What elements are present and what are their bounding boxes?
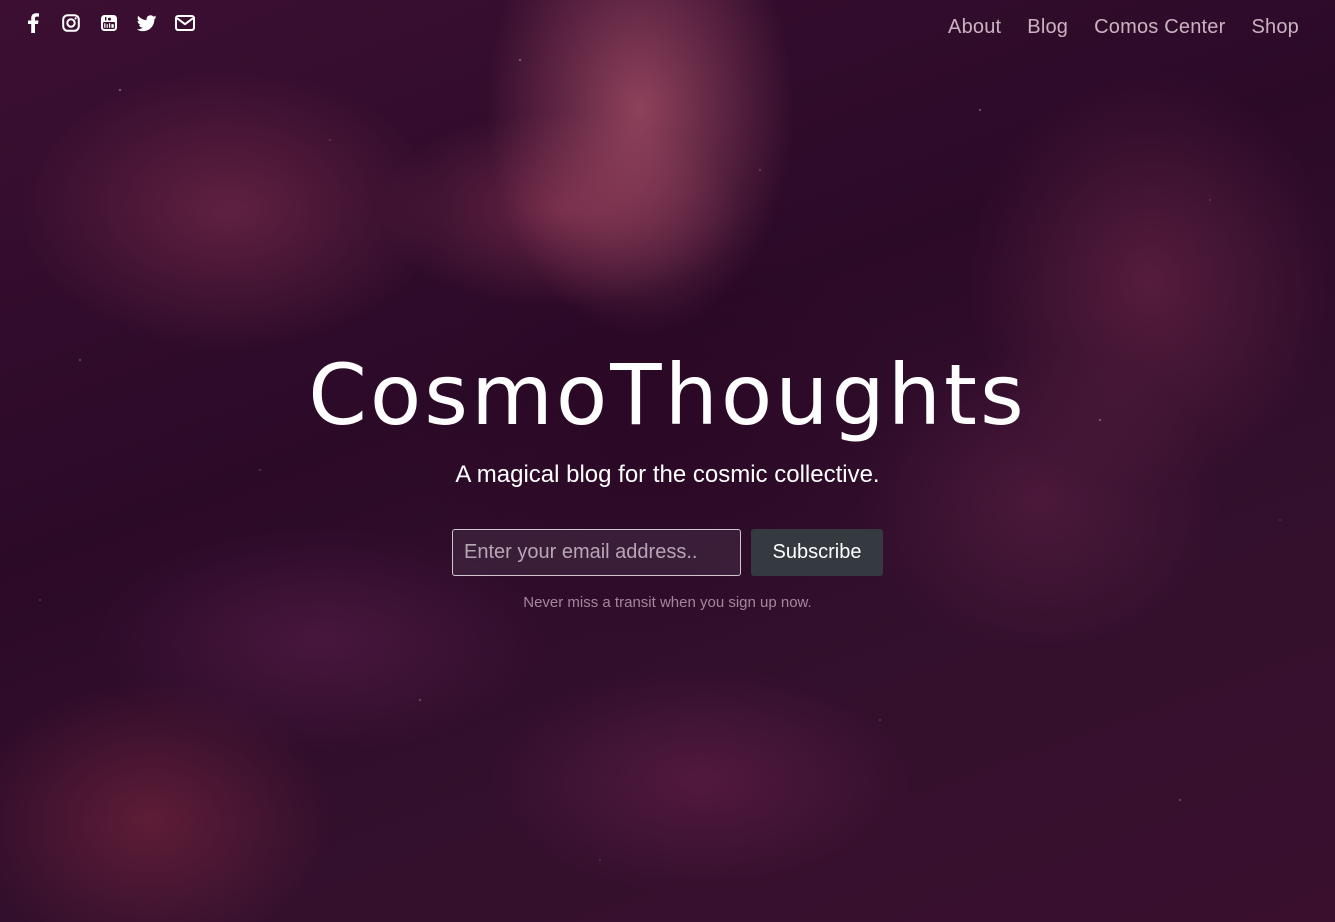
instagram-icon	[62, 14, 80, 32]
envelope-icon	[175, 15, 195, 31]
site-title: CosmoThoughts	[308, 346, 1027, 444]
facebook-icon	[28, 13, 39, 33]
hero-section: CosmoThoughts A magical blog for the cos…	[0, 340, 1335, 613]
email-input[interactable]	[452, 529, 741, 576]
twitter-link[interactable]	[136, 12, 158, 34]
instagram-link[interactable]	[60, 12, 82, 34]
email-link[interactable]	[174, 12, 196, 34]
nav-item-comos-center[interactable]: Comos Center	[1094, 13, 1225, 41]
subscribe-form: Subscribe	[0, 529, 1335, 576]
nav-item-shop[interactable]: Shop	[1251, 13, 1299, 41]
signup-note: Never miss a transit when you sign up no…	[523, 594, 812, 611]
youtube-link[interactable]	[98, 12, 120, 34]
facebook-link[interactable]	[22, 12, 44, 34]
nav-item-about[interactable]: About	[948, 13, 1001, 41]
youtube-icon	[101, 15, 117, 31]
subscribe-button[interactable]: Subscribe	[751, 529, 883, 576]
site-tagline: A magical blog for the cosmic collective…	[455, 461, 880, 488]
nav-item-blog[interactable]: Blog	[1027, 13, 1068, 41]
social-links	[22, 12, 196, 34]
twitter-icon	[137, 14, 157, 31]
main-nav: About Blog Comos Center Shop	[948, 13, 1299, 41]
